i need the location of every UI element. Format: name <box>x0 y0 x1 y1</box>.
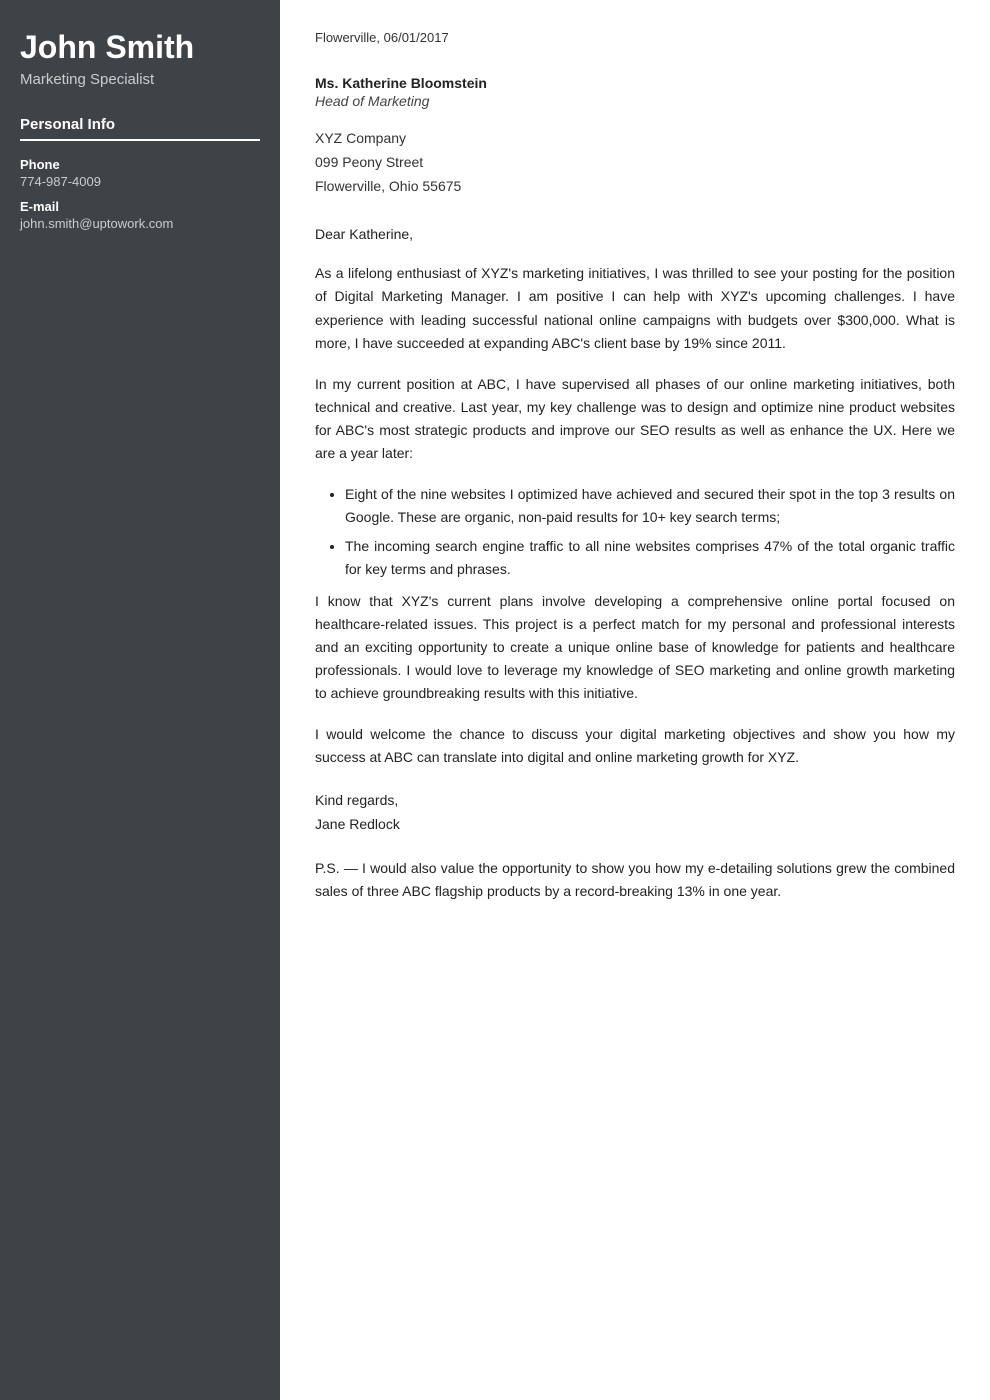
personal-info-heading: Personal Info <box>20 116 260 141</box>
applicant-title: Marketing Specialist <box>20 71 260 88</box>
paragraph-3: I know that XYZ's current plans involve … <box>315 590 955 705</box>
bullet-item-1: Eight of the nine websites I optimized h… <box>345 483 955 529</box>
bullet-list: Eight of the nine websites I optimized h… <box>345 483 955 581</box>
closing-line1: Kind regards, <box>315 792 398 808</box>
ps-line: P.S. — I would also value the opportunit… <box>315 857 955 903</box>
company-line3: Flowerville, Ohio 55675 <box>315 178 461 194</box>
applicant-name: John Smith <box>20 30 260 65</box>
email-label: E-mail <box>20 199 260 214</box>
date-line: Flowerville, 06/01/2017 <box>315 30 955 45</box>
main-content: Flowerville, 06/01/2017 Ms. Katherine Bl… <box>280 0 990 1400</box>
closing: Kind regards, Jane Redlock <box>315 789 955 837</box>
phone-label: Phone <box>20 157 260 172</box>
company-line2: 099 Peony Street <box>315 154 423 170</box>
paragraph-2: In my current position at ABC, I have su… <box>315 373 955 465</box>
paragraph-4: I would welcome the chance to discuss yo… <box>315 723 955 769</box>
page-wrapper: John Smith Marketing Specialist Personal… <box>0 0 990 1400</box>
recipient-company: XYZ Company 099 Peony Street Flowerville… <box>315 127 955 198</box>
recipient-role: Head of Marketing <box>315 93 955 109</box>
closing-line2: Jane Redlock <box>315 816 400 832</box>
recipient-name: Ms. Katherine Bloomstein <box>315 75 955 91</box>
phone-value: 774-987-4009 <box>20 174 260 189</box>
bullet-item-2: The incoming search engine traffic to al… <box>345 535 955 581</box>
paragraph-1: As a lifelong enthusiast of XYZ's market… <box>315 262 955 354</box>
company-line1: XYZ Company <box>315 130 406 146</box>
sidebar: John Smith Marketing Specialist Personal… <box>0 0 280 1400</box>
email-value: john.smith@uptowork.com <box>20 216 260 231</box>
greeting: Dear Katherine, <box>315 226 955 242</box>
